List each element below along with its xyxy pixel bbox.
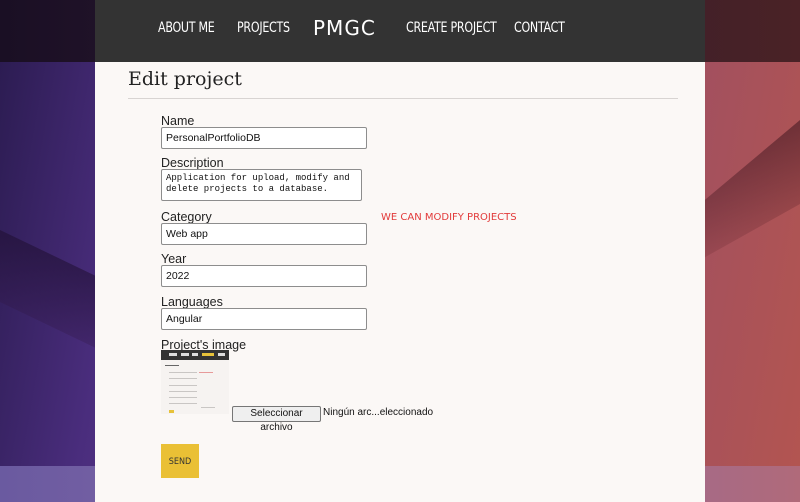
page-container: ABOUT ME PROJECTS PMGC CREATE PROJECT CO…: [95, 0, 705, 502]
category-label: Category: [161, 210, 212, 224]
name-field[interactable]: [161, 127, 367, 149]
nav-projects[interactable]: PROJECTS: [237, 20, 290, 36]
year-label: Year: [161, 252, 187, 266]
nav-create-project[interactable]: CREATE PROJECT: [406, 20, 497, 36]
languages-label: Languages: [161, 295, 223, 309]
divider: [128, 98, 678, 99]
background-shape: [0, 230, 100, 350]
page-title: Edit project: [128, 68, 242, 90]
navbar: ABOUT ME PROJECTS PMGC CREATE PROJECT CO…: [95, 0, 705, 62]
languages-field[interactable]: [161, 308, 367, 330]
info-message: WE CAN MODIFY PROJECTS: [381, 212, 517, 223]
year-field[interactable]: [161, 265, 367, 287]
description-field[interactable]: Application for upload, modify and delet…: [161, 169, 362, 201]
background-shape: [700, 120, 800, 260]
category-field[interactable]: [161, 223, 367, 245]
project-image-preview: [161, 350, 229, 414]
site-logo[interactable]: PMGC: [313, 16, 376, 40]
name-label: Name: [161, 114, 195, 128]
nav-contact[interactable]: CONTACT: [514, 20, 565, 36]
choose-file-button[interactable]: Seleccionar archivo: [232, 406, 321, 433]
file-status: Ningún arc...eleccionado: [323, 407, 434, 418]
nav-about-me[interactable]: ABOUT ME: [158, 20, 215, 36]
description-label: Description: [161, 156, 224, 170]
send-button[interactable]: SEND: [161, 444, 199, 478]
